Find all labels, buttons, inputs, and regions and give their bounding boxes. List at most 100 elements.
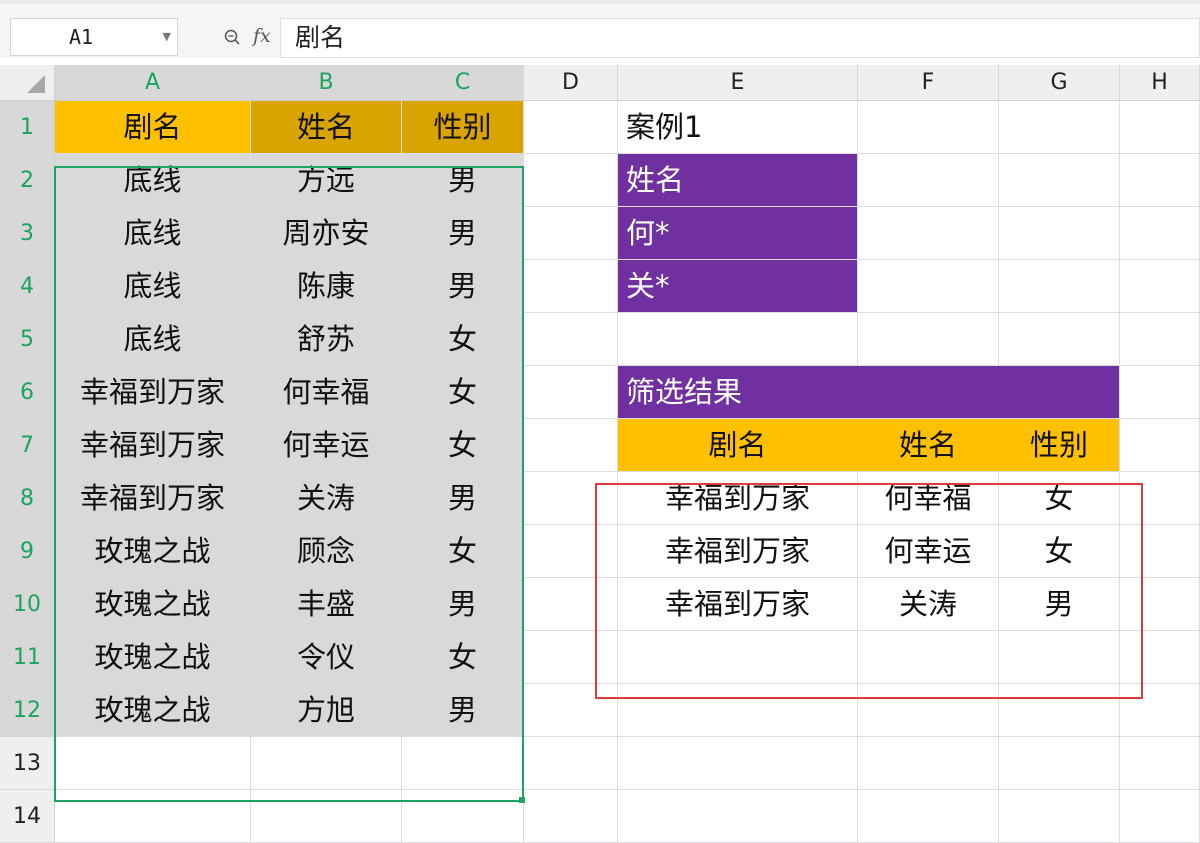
row-header-11[interactable]: 11 — [0, 631, 55, 684]
empty-cell[interactable] — [858, 101, 999, 154]
source-data-cell[interactable]: 男 — [402, 207, 524, 260]
source-data-cell[interactable]: 方远 — [251, 154, 402, 207]
result-title-cell[interactable]: 筛选结果 — [618, 366, 1120, 419]
select-all-corner[interactable] — [0, 65, 55, 101]
result-header-cell[interactable]: 剧名 — [618, 419, 858, 472]
source-data-cell[interactable]: 令仪 — [251, 631, 402, 684]
source-data-cell[interactable]: 玫瑰之战 — [55, 525, 251, 578]
source-data-cell[interactable]: 男 — [402, 578, 524, 631]
empty-cell[interactable] — [858, 684, 999, 737]
empty-cell[interactable] — [1120, 578, 1200, 631]
empty-cell[interactable] — [618, 313, 858, 366]
empty-cell[interactable] — [1120, 525, 1200, 578]
column-header-e[interactable]: E — [618, 65, 858, 101]
result-data-cell[interactable]: 幸福到万家 — [618, 525, 858, 578]
criteria-title-cell[interactable]: 案例1 — [618, 101, 858, 154]
row-header-2[interactable]: 2 — [0, 154, 55, 207]
column-header-b[interactable]: B — [251, 65, 402, 101]
empty-cell[interactable] — [1120, 313, 1200, 366]
source-data-cell[interactable]: 周亦安 — [251, 207, 402, 260]
zoom-icon[interactable] — [224, 29, 240, 45]
row-header-13[interactable]: 13 — [0, 737, 55, 790]
empty-cell[interactable] — [1120, 207, 1200, 260]
result-data-cell[interactable]: 何幸运 — [858, 525, 999, 578]
result-data-cell[interactable]: 幸福到万家 — [618, 578, 858, 631]
source-data-cell[interactable]: 男 — [402, 684, 524, 737]
empty-cell[interactable] — [524, 154, 618, 207]
column-header-c[interactable]: C — [402, 65, 524, 101]
empty-cell[interactable] — [858, 154, 999, 207]
empty-cell[interactable] — [999, 684, 1120, 737]
source-data-cell[interactable]: 玫瑰之战 — [55, 578, 251, 631]
source-data-cell[interactable]: 男 — [402, 260, 524, 313]
result-data-cell[interactable]: 何幸福 — [858, 472, 999, 525]
row-header-3[interactable]: 3 — [0, 207, 55, 260]
empty-cell[interactable] — [999, 154, 1120, 207]
empty-cell[interactable] — [1120, 366, 1200, 419]
row-header-14[interactable]: 14 — [0, 790, 55, 843]
source-data-cell[interactable]: 底线 — [55, 154, 251, 207]
empty-cell[interactable] — [999, 631, 1120, 684]
column-header-d[interactable]: D — [524, 65, 618, 101]
source-data-cell[interactable]: 丰盛 — [251, 578, 402, 631]
source-data-cell[interactable]: 关涛 — [251, 472, 402, 525]
empty-cell[interactable] — [1120, 154, 1200, 207]
empty-cell[interactable] — [524, 790, 618, 843]
empty-cell[interactable] — [524, 472, 618, 525]
result-data-cell[interactable]: 女 — [999, 472, 1120, 525]
source-data-cell[interactable]: 幸福到万家 — [55, 472, 251, 525]
result-data-cell[interactable]: 男 — [999, 578, 1120, 631]
source-data-cell[interactable]: 舒苏 — [251, 313, 402, 366]
spreadsheet-grid[interactable]: A B C D E F G H 1 2 3 4 5 6 7 8 9 10 11 12 13 14 剧名 姓名… — [0, 65, 1200, 843]
empty-cell[interactable] — [524, 737, 618, 790]
criteria-value-cell[interactable]: 何* — [618, 207, 858, 260]
empty-cell[interactable] — [1120, 260, 1200, 313]
empty-cell[interactable] — [999, 207, 1120, 260]
result-data-cell[interactable]: 女 — [999, 525, 1120, 578]
empty-cell[interactable] — [858, 737, 999, 790]
source-header-cell[interactable]: 性别 — [402, 101, 524, 154]
source-data-cell[interactable]: 顾念 — [251, 525, 402, 578]
source-data-cell[interactable]: 男 — [402, 154, 524, 207]
row-header-9[interactable]: 9 — [0, 525, 55, 578]
empty-cell[interactable] — [999, 101, 1120, 154]
empty-cell[interactable] — [251, 737, 402, 790]
source-data-cell[interactable]: 底线 — [55, 313, 251, 366]
source-data-cell[interactable]: 底线 — [55, 207, 251, 260]
result-header-cell[interactable]: 姓名 — [858, 419, 999, 472]
empty-cell[interactable] — [1120, 737, 1200, 790]
empty-cell[interactable] — [618, 631, 858, 684]
source-data-cell[interactable]: 女 — [402, 366, 524, 419]
empty-cell[interactable] — [55, 737, 251, 790]
row-header-5[interactable]: 5 — [0, 313, 55, 366]
source-header-cell[interactable]: 剧名 — [55, 101, 251, 154]
source-data-cell[interactable]: 玫瑰之战 — [55, 631, 251, 684]
source-data-cell[interactable]: 女 — [402, 313, 524, 366]
source-data-cell[interactable]: 底线 — [55, 260, 251, 313]
empty-cell[interactable] — [524, 419, 618, 472]
empty-cell[interactable] — [618, 737, 858, 790]
criteria-value-cell[interactable]: 关* — [618, 260, 858, 313]
criteria-header-cell[interactable]: 姓名 — [618, 154, 858, 207]
source-data-cell[interactable]: 幸福到万家 — [55, 419, 251, 472]
source-header-cell[interactable]: 姓名 — [251, 101, 402, 154]
empty-cell[interactable] — [524, 578, 618, 631]
empty-cell[interactable] — [999, 737, 1120, 790]
source-data-cell[interactable]: 女 — [402, 419, 524, 472]
column-header-a[interactable]: A — [55, 65, 251, 101]
row-header-12[interactable]: 12 — [0, 684, 55, 737]
source-data-cell[interactable]: 陈康 — [251, 260, 402, 313]
result-header-cell[interactable]: 性别 — [999, 419, 1120, 472]
source-data-cell[interactable]: 何幸福 — [251, 366, 402, 419]
row-header-4[interactable]: 4 — [0, 260, 55, 313]
empty-cell[interactable] — [524, 207, 618, 260]
chevron-down-icon[interactable]: ▼ — [163, 19, 171, 55]
row-header-8[interactable]: 8 — [0, 472, 55, 525]
empty-cell[interactable] — [402, 737, 524, 790]
fx-icon[interactable]: fx — [253, 24, 271, 48]
result-data-cell[interactable]: 幸福到万家 — [618, 472, 858, 525]
source-data-cell[interactable]: 玫瑰之战 — [55, 684, 251, 737]
empty-cell[interactable] — [524, 525, 618, 578]
formula-input[interactable]: 剧名 — [280, 18, 1200, 58]
empty-cell[interactable] — [999, 260, 1120, 313]
